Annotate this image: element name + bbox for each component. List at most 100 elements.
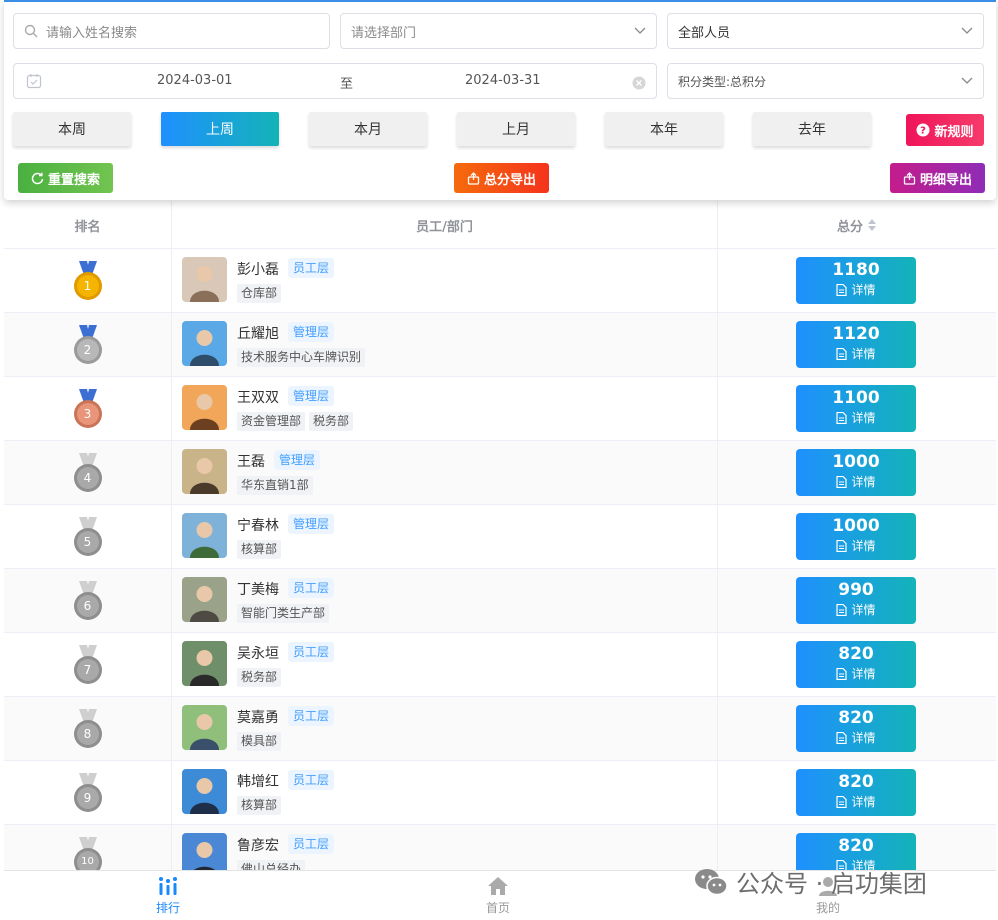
rank-cell: 2: [4, 313, 171, 377]
score-detail-button[interactable]: 1000 详情: [796, 449, 916, 496]
detail-link[interactable]: 详情: [796, 729, 916, 747]
rank-number: 1: [83, 279, 92, 293]
points-type-value: 积分类型:总积分: [678, 74, 767, 89]
department-list: 技术服务中心车牌识别: [237, 348, 366, 367]
nav-home-label: 首页: [485, 901, 510, 915]
export-total-button[interactable]: 总分导出: [454, 163, 549, 193]
department-tag: 核算部: [237, 540, 282, 559]
period-last-year-button[interactable]: 去年: [753, 112, 871, 146]
rank-cell: 10: [4, 825, 171, 870]
rank-header: 排名: [74, 219, 101, 235]
period-this-week-button[interactable]: 本周: [13, 112, 131, 146]
department-placeholder: 请选择部门: [351, 25, 417, 41]
home-icon: [487, 875, 509, 897]
detail-label: 详情: [851, 795, 876, 809]
department-list: 模具部: [237, 732, 282, 751]
department-list: 智能门类生产部: [237, 604, 330, 623]
period-last-month-button[interactable]: 上月: [457, 112, 575, 146]
role-tag: 管理层: [288, 386, 335, 406]
department-tag: 智能门类生产部: [237, 604, 330, 623]
score-cell: 820 详情: [718, 697, 996, 761]
detail-label: 详情: [851, 731, 876, 745]
employee-name: 王磊: [237, 454, 265, 470]
detail-link[interactable]: 详情: [796, 537, 916, 555]
department-select[interactable]: 请选择部门: [340, 13, 657, 49]
chevron-down-icon: [961, 24, 973, 34]
department-tag: 模具部: [237, 732, 282, 751]
points-type-select[interactable]: 积分类型:总积分: [667, 63, 984, 99]
rank-cell: 5: [4, 505, 171, 569]
document-icon: [836, 732, 848, 744]
period-this-month-button[interactable]: 本月: [309, 112, 427, 146]
medal-icon: 8: [73, 709, 103, 749]
sort-icon[interactable]: [867, 218, 877, 232]
table-row: 9 韩增红 员工层 核算部 820 详情: [4, 761, 996, 825]
score-detail-button[interactable]: 1180 详情: [796, 257, 916, 304]
score-cell: 1120 详情: [718, 313, 996, 377]
document-icon: [836, 412, 848, 424]
period-last-week-button[interactable]: 上周: [161, 112, 279, 146]
search-input[interactable]: 请输入姓名搜索: [13, 13, 330, 49]
clear-icon[interactable]: [632, 76, 646, 94]
medal-icon: 1: [73, 261, 103, 301]
ranking-icon: [157, 875, 179, 897]
date-start[interactable]: 2024-03-01: [157, 73, 233, 88]
department-list: 资金管理部 税务部: [237, 412, 354, 431]
date-range-picker[interactable]: 2024-03-01 至 2024-03-31: [13, 63, 657, 99]
score-cell: 1180 详情: [718, 249, 996, 313]
table-row: 7 吴永垣 员工层 税务部 820 详情: [4, 633, 996, 697]
detail-link[interactable]: 详情: [796, 473, 916, 491]
nav-home[interactable]: 首页: [438, 875, 558, 916]
score-detail-button[interactable]: 820 详情: [796, 705, 916, 752]
score-detail-button[interactable]: 990 详情: [796, 577, 916, 624]
avatar: [182, 769, 227, 814]
nav-ranking-label: 排行: [155, 901, 180, 915]
rank-number: 3: [83, 407, 92, 421]
reset-search-label: 重置搜索: [47, 172, 100, 188]
export-detail-button[interactable]: 明细导出: [890, 163, 985, 193]
rank-cell: 7: [4, 633, 171, 697]
score-detail-button[interactable]: 820 详情: [796, 769, 916, 816]
avatar: [182, 641, 227, 686]
score-detail-button[interactable]: 1100 详情: [796, 385, 916, 432]
avatar: [182, 257, 227, 302]
score-cell: 1000 详情: [718, 505, 996, 569]
detail-link[interactable]: 详情: [796, 793, 916, 811]
detail-link[interactable]: 详情: [796, 281, 916, 299]
nav-ranking[interactable]: 排行: [108, 875, 228, 916]
rank-cell: 9: [4, 761, 171, 825]
personnel-select[interactable]: 全部人员: [667, 13, 984, 49]
score-detail-button[interactable]: 1120 详情: [796, 321, 916, 368]
detail-link[interactable]: 详情: [796, 665, 916, 683]
table-row: 5 宁春林 管理层 核算部 1000 详情: [4, 505, 996, 569]
score-cell: 990 详情: [718, 569, 996, 633]
rank-number: 4: [83, 471, 92, 485]
total-score: 820: [838, 772, 874, 792]
refresh-icon: [31, 172, 44, 185]
detail-link[interactable]: 详情: [796, 409, 916, 427]
detail-link[interactable]: 详情: [796, 345, 916, 363]
calendar-icon: [26, 73, 42, 93]
document-icon: [836, 348, 848, 360]
watermark-text: 公众号 · 启功集团: [736, 870, 927, 898]
employee-name: 莫嘉勇: [237, 710, 279, 726]
detail-label: 详情: [851, 347, 876, 361]
date-end[interactable]: 2024-03-31: [465, 73, 541, 88]
medal-icon: 4: [73, 453, 103, 493]
avatar: [182, 833, 227, 870]
period-this-year-button[interactable]: 本年: [605, 112, 723, 146]
department-tag: 华东直销1部: [237, 476, 313, 495]
detail-label: 详情: [851, 411, 876, 425]
table-row: 8 莫嘉勇 员工层 模具部 820 详情: [4, 697, 996, 761]
score-header[interactable]: 总分: [718, 201, 996, 249]
department-list: 佛山总经办: [237, 860, 306, 870]
score-detail-button[interactable]: 820 详情: [796, 641, 916, 688]
score-detail-button[interactable]: 1000 详情: [796, 513, 916, 560]
document-icon: [836, 668, 848, 680]
department-tag: 仓库部: [237, 284, 282, 303]
date-separator: 至: [340, 77, 354, 92]
detail-link[interactable]: 详情: [796, 601, 916, 619]
new-rule-button[interactable]: ? 新规则: [906, 114, 984, 146]
reset-search-button[interactable]: 重置搜索: [18, 163, 113, 193]
role-tag: 管理层: [274, 450, 321, 470]
